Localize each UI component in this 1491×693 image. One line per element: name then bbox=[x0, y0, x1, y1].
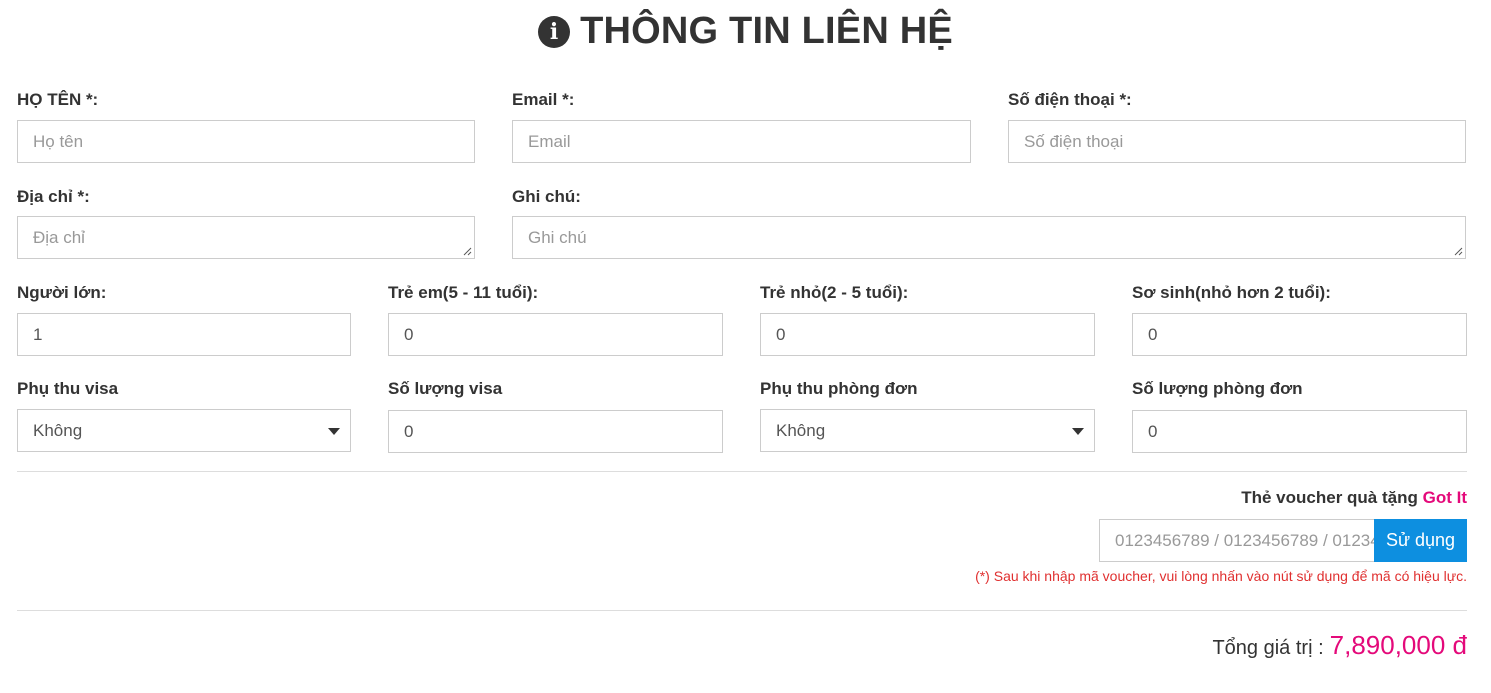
total-price: Tổng giá trị : 7,890,000 đ bbox=[1212, 630, 1467, 661]
total-value: 7,890,000 đ bbox=[1329, 630, 1467, 660]
name-placeholder: Họ tên bbox=[33, 131, 84, 151]
use-voucher-button[interactable]: Sử dụng bbox=[1374, 519, 1467, 562]
voucher-brand: Got It bbox=[1422, 488, 1467, 507]
address-textarea[interactable]: Địa chỉ bbox=[17, 216, 475, 259]
single-room-surcharge-value: Không bbox=[776, 420, 826, 440]
single-room-surcharge-label: Phụ thu phòng đơn bbox=[760, 379, 918, 398]
voucher-label: Thẻ voucher quà tặng Got It bbox=[1241, 488, 1467, 508]
contact-form-page: i THÔNG TIN LIÊN HỆ HỌ TÊN *: Họ tên Ema… bbox=[0, 0, 1491, 693]
voucher-code-input[interactable]: 0123456789 / 0123456789 / 0123456789 bbox=[1099, 519, 1375, 562]
adults-value: 1 bbox=[33, 324, 43, 344]
phone-placeholder: Số điện thoại bbox=[1024, 131, 1124, 151]
visa-surcharge-value: Không bbox=[33, 420, 83, 440]
adults-input[interactable]: 1 bbox=[17, 313, 351, 356]
email-input[interactable]: Email bbox=[512, 120, 971, 163]
voucher-code-placeholder: 0123456789 / 0123456789 / 0123456789 bbox=[1115, 530, 1375, 550]
single-room-surcharge-select[interactable]: Không bbox=[760, 409, 1095, 452]
visa-qty-value: 0 bbox=[404, 421, 414, 441]
note-label: Ghi chú: bbox=[512, 187, 581, 206]
infants-input[interactable]: 0 bbox=[1132, 313, 1467, 356]
single-room-qty-input[interactable]: 0 bbox=[1132, 410, 1467, 453]
visa-qty-input[interactable]: 0 bbox=[388, 410, 723, 453]
kids-label: Trẻ nhỏ(2 - 5 tuổi): bbox=[760, 283, 909, 302]
divider bbox=[17, 610, 1467, 611]
caret-down-icon bbox=[1072, 428, 1084, 435]
email-placeholder: Email bbox=[528, 131, 571, 151]
infants-value: 0 bbox=[1148, 324, 1158, 344]
visa-surcharge-label: Phụ thu visa bbox=[17, 379, 119, 398]
children-label: Trẻ em(5 - 11 tuổi): bbox=[388, 283, 539, 302]
info-circle-icon: i bbox=[538, 16, 571, 48]
note-placeholder: Ghi chú bbox=[528, 228, 587, 247]
single-room-qty-value: 0 bbox=[1148, 421, 1158, 441]
children-input[interactable]: 0 bbox=[388, 313, 723, 356]
phone-label: Số điện thoại *: bbox=[1008, 90, 1132, 109]
total-label: Tổng giá trị : bbox=[1212, 637, 1324, 659]
kids-value: 0 bbox=[776, 324, 786, 344]
address-placeholder: Địa chỉ bbox=[33, 228, 85, 247]
address-label: Địa chỉ *: bbox=[17, 187, 90, 206]
children-value: 0 bbox=[404, 324, 414, 344]
kids-input[interactable]: 0 bbox=[760, 313, 1095, 356]
voucher-label-text: Thẻ voucher quà tặng bbox=[1241, 488, 1418, 507]
email-label: Email *: bbox=[512, 90, 575, 109]
name-input[interactable]: Họ tên bbox=[17, 120, 475, 163]
visa-qty-label: Số lượng visa bbox=[388, 379, 503, 398]
note-textarea[interactable]: Ghi chú bbox=[512, 216, 1466, 259]
resize-grip-icon[interactable] bbox=[1453, 246, 1463, 256]
adults-label: Người lớn: bbox=[17, 283, 107, 302]
visa-surcharge-select[interactable]: Không bbox=[17, 409, 351, 452]
divider bbox=[17, 471, 1467, 472]
infants-label: Sơ sinh(nhỏ hơn 2 tuổi): bbox=[1132, 283, 1331, 302]
name-label: HỌ TÊN *: bbox=[17, 90, 99, 109]
single-room-qty-label: Số lượng phòng đơn bbox=[1132, 379, 1303, 398]
page-title: i THÔNG TIN LIÊN HỆ bbox=[0, 8, 1491, 54]
voucher-note: (*) Sau khi nhập mã voucher, vui lòng nh… bbox=[975, 568, 1467, 584]
caret-down-icon bbox=[328, 428, 340, 435]
page-title-text: THÔNG TIN LIÊN HỆ bbox=[580, 9, 953, 52]
resize-grip-icon[interactable] bbox=[462, 246, 472, 256]
phone-input[interactable]: Số điện thoại bbox=[1008, 120, 1466, 163]
